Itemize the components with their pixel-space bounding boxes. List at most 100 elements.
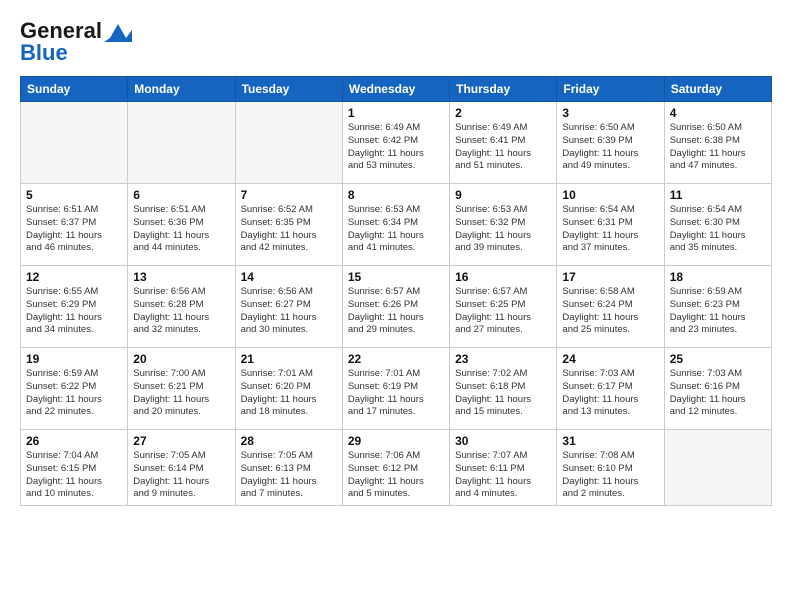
day-info: Sunrise: 7:06 AM Sunset: 6:12 PM Dayligh… (348, 450, 444, 501)
day-number: 31 (562, 434, 658, 448)
day-info: Sunrise: 6:55 AM Sunset: 6:29 PM Dayligh… (26, 286, 122, 337)
day-info: Sunrise: 7:03 AM Sunset: 6:16 PM Dayligh… (670, 368, 766, 419)
day-number: 6 (133, 188, 229, 202)
calendar-cell: 7 Sunrise: 6:52 AM Sunset: 6:35 PM Daylig… (235, 184, 342, 266)
week-row-3: 12 Sunrise: 6:55 AM Sunset: 6:29 PM Dayli… (21, 266, 772, 348)
logo-icon (104, 20, 132, 42)
calendar-cell: 1Sunrise: 6:49 AM Sunset: 6:42 PM Daylig… (342, 102, 449, 184)
day-number: 1 (348, 106, 444, 120)
day-number: 19 (26, 352, 122, 366)
calendar-cell: 10 Sunrise: 6:54 AM Sunset: 6:31 PM Dayli… (557, 184, 664, 266)
day-info: Sunrise: 7:01 AM Sunset: 6:19 PM Dayligh… (348, 368, 444, 419)
calendar-cell: 8Sunrise: 6:53 AM Sunset: 6:34 PM Daylig… (342, 184, 449, 266)
day-info: Sunrise: 6:58 AM Sunset: 6:24 PM Dayligh… (562, 286, 658, 337)
col-header-friday: Friday (557, 77, 664, 102)
day-number: 5 (26, 188, 122, 202)
page: General Blue SundayMondayTuesdayWednesda… (0, 0, 792, 612)
day-info: Sunrise: 7:08 AM Sunset: 6:10 PM Dayligh… (562, 450, 658, 501)
day-info: Sunrise: 7:00 AM Sunset: 6:21 PM Dayligh… (133, 368, 229, 419)
calendar-cell: 13 Sunrise: 6:56 AM Sunset: 6:28 PM Dayli… (128, 266, 235, 348)
calendar-cell: 11 Sunrise: 6:54 AM Sunset: 6:30 PM Dayli… (664, 184, 771, 266)
day-number: 12 (26, 270, 122, 284)
day-number: 16 (455, 270, 551, 284)
day-number: 28 (241, 434, 337, 448)
header-row: SundayMondayTuesdayWednesdayThursdayFrid… (21, 77, 772, 102)
day-number: 20 (133, 352, 229, 366)
calendar-cell (128, 102, 235, 184)
day-info: Sunrise: 6:53 AM Sunset: 6:32 PM Dayligh… (455, 204, 551, 255)
day-info: Sunrise: 6:51 AM Sunset: 6:37 PM Dayligh… (26, 204, 122, 255)
calendar-cell: 18 Sunrise: 6:59 AM Sunset: 6:23 PM Dayli… (664, 266, 771, 348)
day-number: 11 (670, 188, 766, 202)
day-info: Sunrise: 7:05 AM Sunset: 6:14 PM Dayligh… (133, 450, 229, 501)
calendar-cell: 21Sunrise: 7:01 AM Sunset: 6:20 PM Dayli… (235, 348, 342, 430)
day-info: Sunrise: 6:49 AM Sunset: 6:41 PM Dayligh… (455, 122, 551, 173)
day-number: 25 (670, 352, 766, 366)
day-info: Sunrise: 7:02 AM Sunset: 6:18 PM Dayligh… (455, 368, 551, 419)
day-info: Sunrise: 6:59 AM Sunset: 6:23 PM Dayligh… (670, 286, 766, 337)
col-header-sunday: Sunday (21, 77, 128, 102)
col-header-thursday: Thursday (450, 77, 557, 102)
day-info: Sunrise: 6:56 AM Sunset: 6:27 PM Dayligh… (241, 286, 337, 337)
day-number: 26 (26, 434, 122, 448)
calendar-cell: 19 Sunrise: 6:59 AM Sunset: 6:22 PM Dayli… (21, 348, 128, 430)
calendar-cell: 20 Sunrise: 7:00 AM Sunset: 6:21 PM Dayli… (128, 348, 235, 430)
day-number: 13 (133, 270, 229, 284)
day-number: 24 (562, 352, 658, 366)
week-row-2: 5 Sunrise: 6:51 AM Sunset: 6:37 PM Daylig… (21, 184, 772, 266)
calendar-cell (21, 102, 128, 184)
day-info: Sunrise: 7:07 AM Sunset: 6:11 PM Dayligh… (455, 450, 551, 501)
calendar-cell (664, 430, 771, 506)
day-info: Sunrise: 6:50 AM Sunset: 6:38 PM Dayligh… (670, 122, 766, 173)
day-number: 4 (670, 106, 766, 120)
calendar-cell: 6 Sunrise: 6:51 AM Sunset: 6:36 PM Daylig… (128, 184, 235, 266)
logo-blue: Blue (20, 40, 68, 66)
day-info: Sunrise: 6:59 AM Sunset: 6:22 PM Dayligh… (26, 368, 122, 419)
col-header-monday: Monday (128, 77, 235, 102)
day-number: 3 (562, 106, 658, 120)
day-info: Sunrise: 7:04 AM Sunset: 6:15 PM Dayligh… (26, 450, 122, 501)
day-number: 23 (455, 352, 551, 366)
calendar-cell: 27Sunrise: 7:05 AM Sunset: 6:14 PM Dayli… (128, 430, 235, 506)
calendar-cell: 9 Sunrise: 6:53 AM Sunset: 6:32 PM Daylig… (450, 184, 557, 266)
calendar-table: SundayMondayTuesdayWednesdayThursdayFrid… (20, 76, 772, 506)
calendar-cell: 31 Sunrise: 7:08 AM Sunset: 6:10 PM Dayli… (557, 430, 664, 506)
calendar-cell: 23 Sunrise: 7:02 AM Sunset: 6:18 PM Dayli… (450, 348, 557, 430)
day-info: Sunrise: 6:54 AM Sunset: 6:31 PM Dayligh… (562, 204, 658, 255)
day-info: Sunrise: 7:01 AM Sunset: 6:20 PM Dayligh… (241, 368, 337, 419)
day-info: Sunrise: 6:54 AM Sunset: 6:30 PM Dayligh… (670, 204, 766, 255)
calendar-cell: 25 Sunrise: 7:03 AM Sunset: 6:16 PM Dayli… (664, 348, 771, 430)
week-row-5: 26 Sunrise: 7:04 AM Sunset: 6:15 PM Dayli… (21, 430, 772, 506)
day-number: 29 (348, 434, 444, 448)
calendar-cell: 22 Sunrise: 7:01 AM Sunset: 6:19 PM Dayli… (342, 348, 449, 430)
day-number: 17 (562, 270, 658, 284)
week-row-1: 1Sunrise: 6:49 AM Sunset: 6:42 PM Daylig… (21, 102, 772, 184)
calendar-cell: 28 Sunrise: 7:05 AM Sunset: 6:13 PM Dayli… (235, 430, 342, 506)
week-row-4: 19 Sunrise: 6:59 AM Sunset: 6:22 PM Dayli… (21, 348, 772, 430)
day-info: Sunrise: 6:51 AM Sunset: 6:36 PM Dayligh… (133, 204, 229, 255)
day-number: 18 (670, 270, 766, 284)
day-info: Sunrise: 7:03 AM Sunset: 6:17 PM Dayligh… (562, 368, 658, 419)
col-header-wednesday: Wednesday (342, 77, 449, 102)
calendar-cell: 17 Sunrise: 6:58 AM Sunset: 6:24 PM Dayli… (557, 266, 664, 348)
calendar-cell: 24 Sunrise: 7:03 AM Sunset: 6:17 PM Dayli… (557, 348, 664, 430)
day-number: 7 (241, 188, 337, 202)
day-info: Sunrise: 7:05 AM Sunset: 6:13 PM Dayligh… (241, 450, 337, 501)
col-header-saturday: Saturday (664, 77, 771, 102)
calendar-cell: 3 Sunrise: 6:50 AM Sunset: 6:39 PM Daylig… (557, 102, 664, 184)
day-info: Sunrise: 6:56 AM Sunset: 6:28 PM Dayligh… (133, 286, 229, 337)
calendar-cell: 12 Sunrise: 6:55 AM Sunset: 6:29 PM Dayli… (21, 266, 128, 348)
day-info: Sunrise: 6:50 AM Sunset: 6:39 PM Dayligh… (562, 122, 658, 173)
day-number: 10 (562, 188, 658, 202)
day-number: 14 (241, 270, 337, 284)
day-number: 22 (348, 352, 444, 366)
day-info: Sunrise: 6:52 AM Sunset: 6:35 PM Dayligh… (241, 204, 337, 255)
calendar-cell (235, 102, 342, 184)
calendar-cell: 16Sunrise: 6:57 AM Sunset: 6:25 PM Dayli… (450, 266, 557, 348)
calendar-cell: 30Sunrise: 7:07 AM Sunset: 6:11 PM Dayli… (450, 430, 557, 506)
day-number: 9 (455, 188, 551, 202)
calendar-cell: 4 Sunrise: 6:50 AM Sunset: 6:38 PM Daylig… (664, 102, 771, 184)
day-number: 8 (348, 188, 444, 202)
day-info: Sunrise: 6:57 AM Sunset: 6:26 PM Dayligh… (348, 286, 444, 337)
calendar-cell: 2Sunrise: 6:49 AM Sunset: 6:41 PM Daylig… (450, 102, 557, 184)
